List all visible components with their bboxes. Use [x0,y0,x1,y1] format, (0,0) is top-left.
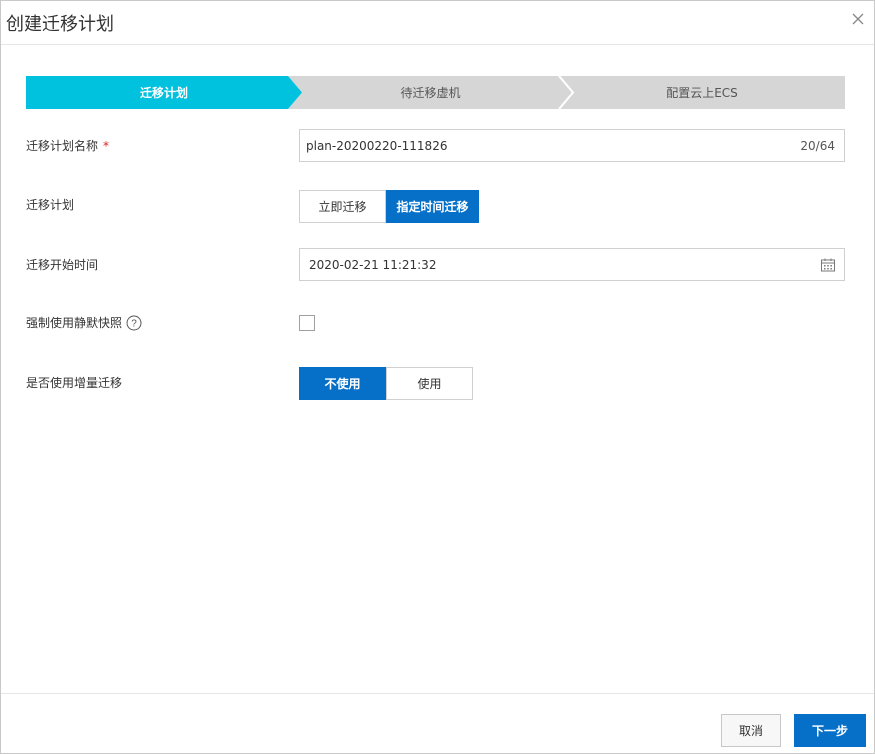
immediate-migration-option[interactable]: 立即迁移 [299,190,386,223]
close-icon[interactable] [850,11,866,27]
plan-type-toggle: 立即迁移 指定时间迁移 [299,190,479,223]
plan-name-input[interactable]: plan-20200220-111826 20/64 [299,129,845,162]
incremental-label: 是否使用增量迁移 [26,376,123,390]
next-button[interactable]: 下一步 [794,714,866,747]
create-migration-plan-dialog: 创建迁移计划 配置云上ECS 待迁移虚机 迁移计划 迁移计划名称 * plan-… [0,0,875,754]
step-migration-plan: 迁移计划 [26,76,302,109]
step-pending-vms: 待迁移虚机 [288,76,573,109]
start-time-picker[interactable]: 2020-02-21 11:21:32 [299,248,845,281]
step-indicator: 配置云上ECS 待迁移虚机 迁移计划 [26,76,845,109]
plan-name-label-text: 迁移计划名称 [26,139,99,153]
force-snapshot-label: 强制使用静默快照 ? [26,314,142,331]
scheduled-migration-option[interactable]: 指定时间迁移 [386,190,479,223]
start-time-label: 迁移开始时间 [26,258,99,272]
force-snapshot-label-text: 强制使用静默快照 [26,316,123,330]
plan-name-label: 迁移计划名称 * [26,137,109,154]
cancel-button[interactable]: 取消 [721,714,781,747]
calendar-icon[interactable] [820,257,836,273]
required-mark: * [103,138,110,153]
start-time-value: 2020-02-21 11:21:32 [309,257,437,272]
svg-text:?: ? [131,318,137,329]
incremental-toggle: 不使用 使用 [299,367,473,400]
step-label: 待迁移虚机 [400,86,461,100]
step-label: 迁移计划 [139,86,188,100]
plan-type-label: 迁移计划 [26,198,75,212]
plan-name-value: plan-20200220-111826 [306,138,448,153]
help-icon[interactable]: ? [126,315,142,331]
dialog-header: 创建迁移计划 [1,1,874,45]
force-snapshot-checkbox[interactable] [299,315,315,331]
use-option[interactable]: 使用 [386,367,473,400]
dialog-footer: 取消 下一步 [1,693,874,753]
char-counter: 20/64 [800,139,835,153]
step-configure-ecs: 配置云上ECS [559,76,845,109]
dialog-title: 创建迁移计划 [6,14,114,35]
step-label: 配置云上ECS [666,86,738,100]
not-use-option[interactable]: 不使用 [299,367,386,400]
